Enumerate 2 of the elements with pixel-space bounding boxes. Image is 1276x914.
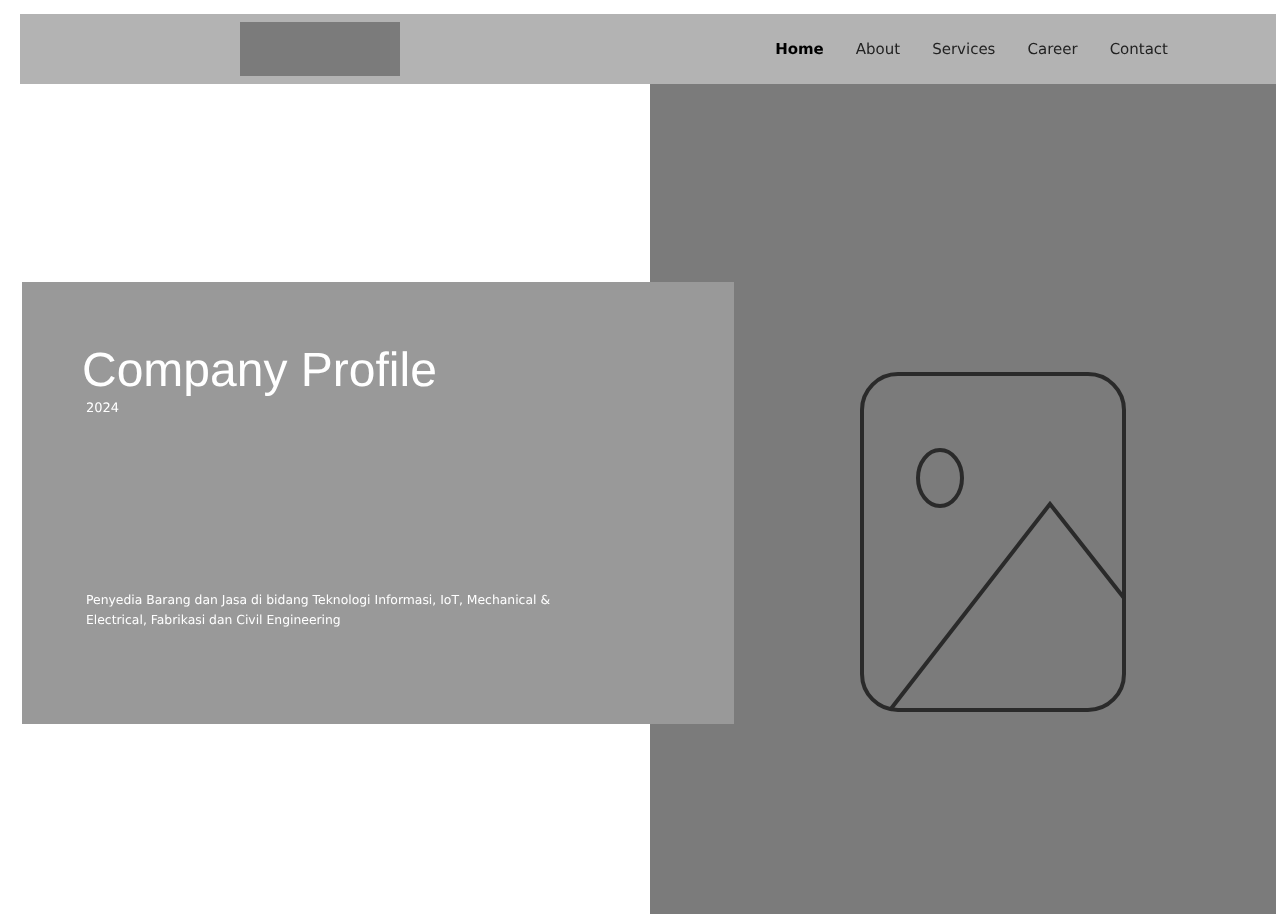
hero-title: Company Profile xyxy=(82,342,439,402)
image-placeholder-icon xyxy=(859,371,1127,715)
